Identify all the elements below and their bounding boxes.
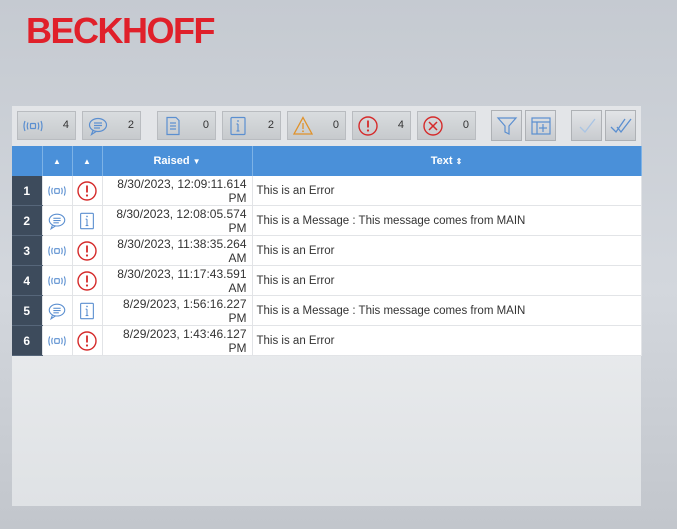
error-counter[interactable]: 4 bbox=[352, 111, 411, 140]
raised-cell: 8/30/2023, 11:38:35.264 AM bbox=[102, 235, 253, 266]
confirm-button[interactable] bbox=[571, 110, 602, 141]
severity-cell bbox=[72, 176, 103, 206]
error-icon bbox=[357, 115, 379, 137]
info-count: 2 bbox=[267, 119, 274, 131]
error-count: 4 bbox=[397, 119, 404, 131]
error-icon bbox=[76, 240, 98, 261]
critical-counter[interactable]: 0 bbox=[417, 111, 476, 140]
alarm-count: 4 bbox=[62, 119, 69, 131]
row-number: 5 bbox=[12, 295, 43, 326]
alarm-counter[interactable]: 4 bbox=[17, 111, 76, 140]
text-column-header[interactable]: Text ⇕ bbox=[252, 146, 642, 176]
table-row[interactable]: 3 8/30/2023, 11:38:35.264 AM This is an Er… bbox=[12, 235, 642, 266]
message-count: 2 bbox=[127, 119, 134, 131]
document-count: 0 bbox=[202, 119, 209, 131]
error-icon bbox=[76, 330, 98, 351]
message-bubble-icon bbox=[46, 213, 68, 230]
type-cell bbox=[42, 325, 73, 356]
alarm-icon bbox=[46, 273, 68, 287]
filter-button[interactable] bbox=[491, 110, 522, 141]
severity-cell bbox=[72, 205, 103, 236]
sort-icon: ▲ bbox=[83, 157, 91, 166]
text-cell: This is an Error bbox=[252, 325, 642, 356]
sort-desc-icon: ▼ bbox=[192, 157, 201, 166]
document-icon bbox=[162, 115, 184, 137]
event-grid-panel: 4 2 0 2 0 4 0 ▲ ▲ Raised ▼ Text ⇕ 1 8/30… bbox=[12, 106, 642, 506]
document-counter[interactable]: 0 bbox=[157, 111, 216, 140]
text-cell: This is an Error bbox=[252, 176, 642, 206]
info-icon bbox=[77, 302, 97, 319]
message-bubble-icon bbox=[46, 303, 68, 320]
sort-icon: ⇕ bbox=[455, 157, 463, 166]
text-header-label: Text bbox=[430, 155, 453, 167]
type-cell bbox=[42, 265, 73, 296]
row-number: 4 bbox=[12, 265, 43, 296]
severity-cell bbox=[72, 235, 103, 266]
table-row[interactable]: 1 8/30/2023, 12:09:11.614 PM This is an Er… bbox=[12, 176, 642, 206]
critical-count: 0 bbox=[462, 119, 469, 131]
severity-column-header[interactable]: ▲ bbox=[72, 146, 103, 176]
confirm-all-button[interactable] bbox=[605, 110, 636, 141]
sort-icon: ▲ bbox=[53, 157, 61, 166]
warning-counter[interactable]: 0 bbox=[287, 111, 346, 140]
alarm-icon bbox=[46, 243, 68, 257]
raised-cell: 8/30/2023, 12:09:11.614 PM bbox=[102, 176, 253, 206]
message-bubble-icon bbox=[87, 115, 109, 137]
table-header-row: ▲ ▲ Raised ▼ Text ⇕ bbox=[12, 146, 642, 176]
row-number: 6 bbox=[12, 325, 43, 356]
info-icon bbox=[77, 212, 97, 229]
warning-count: 0 bbox=[332, 119, 339, 131]
raised-cell: 8/30/2023, 12:08:05.574 PM bbox=[102, 205, 253, 236]
row-number: 2 bbox=[12, 205, 43, 236]
text-cell: This is a Message : This message comes f… bbox=[252, 205, 642, 236]
raised-cell: 8/30/2023, 11:17:43.591 AM bbox=[102, 265, 253, 296]
severity-cell bbox=[72, 325, 103, 356]
raised-header-label: Raised bbox=[153, 155, 190, 167]
columns-button[interactable] bbox=[525, 110, 556, 141]
event-table: ▲ ▲ Raised ▼ Text ⇕ 1 8/30/2023, 12:09:11… bbox=[12, 146, 642, 356]
row-number: 3 bbox=[12, 235, 43, 266]
severity-cell bbox=[72, 265, 103, 296]
type-cell bbox=[42, 235, 73, 266]
table-row[interactable]: 6 8/29/2023, 1:43:46.127 PM This is an Err… bbox=[12, 325, 642, 356]
table-row[interactable]: 2 8/30/2023, 12:08:05.574 PM This is a Mes… bbox=[12, 205, 642, 236]
alarm-icon bbox=[46, 183, 68, 197]
severity-cell bbox=[72, 295, 103, 326]
type-cell bbox=[42, 295, 73, 326]
table-row[interactable]: 5 8/29/2023, 1:56:16.227 PM This is a Mess… bbox=[12, 295, 642, 326]
critical-icon bbox=[422, 115, 444, 137]
raised-cell: 8/29/2023, 1:56:16.227 PM bbox=[102, 295, 253, 326]
type-cell bbox=[42, 205, 73, 236]
raised-cell: 8/29/2023, 1:43:46.127 PM bbox=[102, 325, 253, 356]
error-icon bbox=[76, 180, 98, 201]
rownum-header bbox=[12, 146, 43, 176]
alarm-icon bbox=[46, 333, 68, 347]
beckhoff-logo: BECKHOFF bbox=[26, 10, 216, 51]
error-icon bbox=[76, 270, 98, 291]
info-icon bbox=[227, 115, 249, 137]
type-cell bbox=[42, 176, 73, 206]
alarm-icon bbox=[22, 115, 44, 137]
text-cell: This is an Error bbox=[252, 265, 642, 296]
text-cell: This is a Message : This message comes f… bbox=[252, 295, 642, 326]
type-column-header[interactable]: ▲ bbox=[42, 146, 73, 176]
message-counter[interactable]: 2 bbox=[82, 111, 141, 140]
text-cell: This is an Error bbox=[252, 235, 642, 266]
table-row[interactable]: 4 8/30/2023, 11:17:43.591 AM This is an Er… bbox=[12, 265, 642, 296]
raised-column-header[interactable]: Raised ▼ bbox=[102, 146, 253, 176]
warning-icon bbox=[292, 115, 314, 137]
info-counter[interactable]: 2 bbox=[222, 111, 281, 140]
event-toolbar: 4 2 0 2 0 4 0 bbox=[12, 106, 641, 146]
row-number: 1 bbox=[12, 176, 43, 206]
